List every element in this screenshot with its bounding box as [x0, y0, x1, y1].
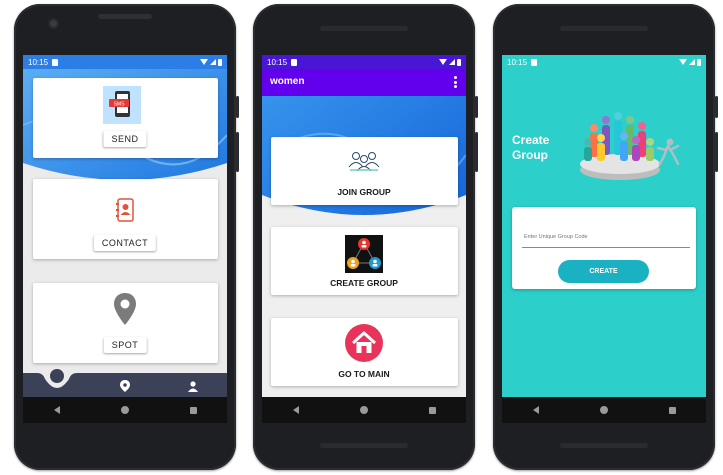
send-sms-icon: SMS [103, 86, 141, 124]
contact-button[interactable]: CONTACT [93, 235, 157, 251]
svg-text:SMS: SMS [114, 102, 126, 108]
signal-icon [210, 59, 216, 65]
send-card[interactable]: SMS SEND [33, 78, 218, 158]
phone-1: 10:15 SMS SEND CONTACT SPOT [14, 4, 239, 470]
battery-icon [697, 58, 701, 66]
back-icon[interactable] [53, 406, 60, 414]
create-button[interactable]: CREATE [558, 260, 649, 283]
battery-icon [218, 58, 222, 66]
network-group-icon [345, 235, 383, 273]
create-group-heading: Create Group [512, 133, 550, 162]
wifi-icon [200, 59, 208, 65]
back-icon[interactable] [292, 406, 299, 414]
send-button[interactable]: SEND [103, 131, 147, 147]
front-camera [50, 20, 57, 27]
volume-button [475, 132, 478, 172]
sd-card-icon [531, 58, 538, 66]
phone-2: 10:15 women JOIN GROUP CREATE GROUP GO T… [253, 4, 478, 470]
sd-card-icon [291, 58, 298, 66]
app-bar: women [262, 69, 466, 96]
nav-home-fab[interactable] [50, 369, 64, 383]
system-nav-bar [502, 397, 706, 423]
power-button [715, 96, 718, 118]
recents-icon[interactable] [428, 406, 436, 414]
status-bar: 10:15 [262, 55, 466, 69]
earpiece [98, 14, 152, 19]
system-nav-bar [262, 397, 466, 423]
contact-card[interactable]: CONTACT [33, 179, 218, 259]
power-button [236, 96, 239, 118]
bottom-speaker [560, 443, 648, 448]
group-code-input[interactable] [522, 227, 690, 248]
go-to-main-card[interactable]: GO TO MAIN [271, 318, 458, 386]
earpiece [560, 26, 648, 31]
overflow-menu-icon[interactable] [454, 76, 457, 88]
join-group-card[interactable]: JOIN GROUP [271, 137, 458, 205]
bottom-speaker [320, 443, 408, 448]
status-time: 10:15 [28, 57, 49, 67]
power-button [475, 96, 478, 118]
wifi-icon [679, 59, 687, 65]
create-group-screen: 10:15 Create Group Enter Unique Group Co… [502, 55, 706, 397]
home-icon[interactable] [120, 406, 129, 414]
home-icon[interactable] [599, 406, 608, 414]
status-time: 10:15 [267, 57, 288, 67]
system-nav-bar [23, 397, 227, 423]
wifi-icon [439, 59, 447, 65]
create-group-card[interactable]: CREATE GROUP [271, 227, 458, 295]
spot-card[interactable]: SPOT [33, 283, 218, 363]
join-group-label[interactable]: JOIN GROUP [337, 187, 390, 197]
status-bar: 10:15 [23, 55, 227, 69]
group-menu-screen: 10:15 women JOIN GROUP CREATE GROUP GO T… [262, 55, 466, 397]
group-code-form: CREATE [512, 207, 696, 289]
status-bar: 10:15 [502, 55, 706, 69]
create-group-label[interactable]: CREATE GROUP [330, 278, 398, 288]
app-title: women [270, 76, 305, 87]
back-icon[interactable] [532, 406, 539, 414]
home-icon[interactable] [359, 406, 368, 414]
home-icon [345, 324, 383, 362]
volume-button [715, 132, 718, 172]
nav-location-icon[interactable] [120, 380, 130, 392]
recents-icon[interactable] [668, 406, 676, 414]
signal-icon [689, 59, 695, 65]
contact-book-icon [116, 198, 134, 222]
sd-card-icon [52, 58, 59, 66]
battery-icon [457, 58, 461, 66]
nav-profile-icon[interactable] [188, 381, 198, 392]
group-people-icon [348, 152, 380, 172]
send-screen: 10:15 SMS SEND CONTACT SPOT [23, 55, 227, 397]
create-button-label: CREATE [589, 268, 618, 275]
signal-icon [449, 59, 455, 65]
status-time: 10:15 [507, 57, 528, 67]
volume-button [236, 132, 239, 172]
location-pin-icon [114, 293, 136, 325]
crowd-illustration [580, 112, 680, 180]
spot-button[interactable]: SPOT [103, 337, 147, 353]
phone-3: 10:15 Create Group Enter Unique Group Co… [493, 4, 718, 470]
go-to-main-label[interactable]: GO TO MAIN [338, 369, 389, 379]
recents-icon[interactable] [189, 406, 197, 414]
earpiece [320, 26, 408, 31]
